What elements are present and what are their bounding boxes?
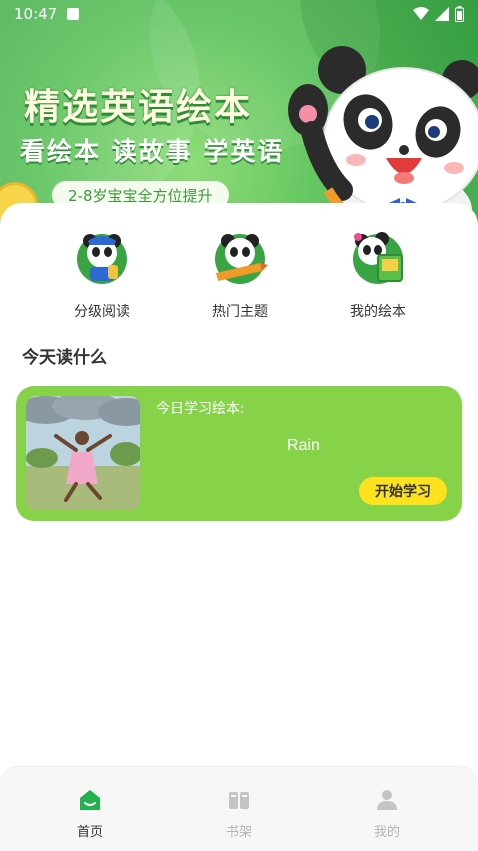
lesson-label: 今日学习绘本: xyxy=(156,401,245,417)
header-banner[interactable]: 精选英语绘本 看绘本 读故事 学英语 2-8岁宝宝全方位提升 xyxy=(0,0,478,235)
signal-icon xyxy=(435,7,449,21)
profile-icon xyxy=(377,790,397,810)
panda-mascot-icon xyxy=(288,46,478,230)
banner-title: 精选英语绘本 xyxy=(24,87,253,128)
nav-tab-home[interactable]: 首页 xyxy=(50,789,130,840)
daily-lesson-card[interactable]: 今日学习绘本: Rain 开始学习 xyxy=(16,386,462,521)
nav-label: 书架 xyxy=(225,825,252,840)
category-row: 分级阅读 热门主题 我的绘本 xyxy=(0,229,478,321)
panda-book-icon xyxy=(353,232,403,284)
category-label: 分级阅读 xyxy=(74,304,130,320)
start-learning-button[interactable]: 开始学习 xyxy=(359,477,447,505)
battery-icon xyxy=(455,6,464,22)
category-label: 热门主题 xyxy=(212,304,268,320)
bookshelf-icon xyxy=(229,792,249,809)
nav-label: 我的 xyxy=(373,825,400,840)
panda-pencil-icon xyxy=(215,234,268,284)
status-time: 10:47 xyxy=(14,5,58,23)
category-label: 我的绘本 xyxy=(350,304,406,320)
home-icon xyxy=(80,790,100,810)
banner-subtitle: 看绘本 读故事 学英语 xyxy=(20,137,285,166)
notification-icon xyxy=(67,8,80,20)
wifi-icon xyxy=(413,7,429,20)
panda-backpack-icon xyxy=(77,234,127,284)
nav-tab-profile[interactable]: 我的 xyxy=(347,789,427,840)
category-my-books[interactable]: 我的绘本 xyxy=(333,229,423,321)
nav-tab-bookshelf[interactable]: 书架 xyxy=(199,789,279,840)
main-content: 分级阅读 热门主题 我的绘本 今天读什么 今日学习绘本: Rain 开始学习 xyxy=(0,203,478,773)
category-hot-topics[interactable]: 热门主题 xyxy=(195,229,285,321)
lesson-book-title: Rain xyxy=(287,437,320,454)
section-title: 今天读什么 xyxy=(22,348,107,368)
category-graded-reading[interactable]: 分级阅读 xyxy=(57,229,147,321)
nav-label: 首页 xyxy=(76,825,103,840)
bottom-nav: 首页 书架 我的 xyxy=(0,766,478,851)
status-bar: 10:47 xyxy=(0,0,478,28)
